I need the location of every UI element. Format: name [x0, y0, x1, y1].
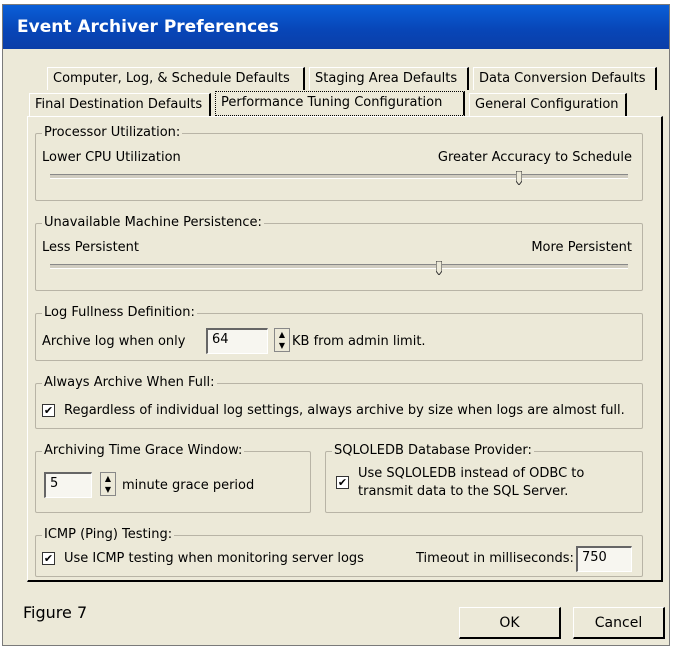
- machine-slider-thumb[interactable]: [436, 261, 442, 275]
- grace-window-legend: Archiving Time Grace Window:: [42, 443, 245, 458]
- machine-left-label: Less Persistent: [42, 240, 139, 255]
- processor-slider-track[interactable]: [50, 174, 628, 179]
- spin-up-icon[interactable]: ▲: [101, 473, 115, 484]
- always-archive-label[interactable]: Regardless of individual log settings, a…: [64, 403, 625, 418]
- log-fullness-prefix: Archive log when only: [42, 334, 186, 349]
- grace-window-input[interactable]: 5: [44, 472, 92, 498]
- sqloledb-label-line1[interactable]: Use SQLOLEDB instead of ODBC to: [358, 466, 584, 481]
- log-fullness-input[interactable]: 64: [206, 328, 268, 354]
- sqloledb-legend: SQLOLEDB Database Provider:: [332, 443, 534, 458]
- always-archive-legend: Always Archive When Full:: [42, 375, 217, 390]
- icmp-legend: ICMP (Ping) Testing:: [42, 527, 175, 542]
- always-archive-checkbox[interactable]: ✔: [42, 404, 55, 417]
- log-fullness-legend: Log Fullness Definition:: [42, 305, 197, 320]
- processor-utilization-legend: Processor Utilization:: [42, 125, 183, 140]
- figure-caption: Figure 7: [23, 603, 88, 622]
- icmp-timeout-input[interactable]: 750: [576, 546, 632, 572]
- tab-final-destination-defaults[interactable]: Final Destination Defaults: [29, 93, 211, 116]
- grace-window-group: Archiving Time Grace Window: 5 ▲ ▼ minute…: [35, 443, 311, 513]
- spin-up-icon[interactable]: ▲: [275, 329, 289, 340]
- processor-right-label: Greater Accuracy to Schedule: [437, 150, 632, 165]
- machine-slider-track[interactable]: [50, 264, 628, 269]
- grace-window-suffix: minute grace period: [122, 478, 255, 493]
- icmp-group: ICMP (Ping) Testing: ✔ Use ICMP testing …: [35, 527, 643, 577]
- log-fullness-spinner[interactable]: ▲ ▼: [274, 328, 290, 352]
- ok-button[interactable]: OK: [459, 607, 561, 639]
- processor-left-label: Lower CPU Utilization: [42, 150, 181, 165]
- grace-window-spinner[interactable]: ▲ ▼: [100, 472, 116, 496]
- log-fullness-group: Log Fullness Definition: Archive log whe…: [35, 305, 643, 361]
- machine-right-label: More Persistent: [531, 240, 632, 255]
- tab-performance-tuning-configuration[interactable]: Performance Tuning Configuration: [215, 91, 465, 116]
- tab-data-conversion-defaults[interactable]: Data Conversion Defaults: [473, 67, 657, 90]
- log-fullness-suffix: KB from admin limit.: [292, 334, 426, 349]
- machine-persistence-legend: Unavailable Machine Persistence:: [42, 215, 264, 230]
- sqloledb-label-line2[interactable]: transmit data to the SQL Server.: [358, 484, 568, 499]
- tab-computer-log-schedule-defaults[interactable]: Computer, Log, & Schedule Defaults: [47, 67, 305, 90]
- processor-slider-thumb[interactable]: [516, 171, 522, 185]
- icmp-checkbox[interactable]: ✔: [42, 552, 55, 565]
- spin-down-icon[interactable]: ▼: [101, 484, 115, 495]
- tab-staging-area-defaults[interactable]: Staging Area Defaults: [309, 67, 469, 90]
- machine-persistence-group: Unavailable Machine Persistence: Less Pe…: [35, 215, 643, 291]
- icmp-label[interactable]: Use ICMP testing when monitoring server …: [64, 551, 364, 566]
- always-archive-group: Always Archive When Full: ✔ Regardless o…: [35, 375, 643, 429]
- spin-down-icon[interactable]: ▼: [275, 340, 289, 351]
- icmp-timeout-label: Timeout in milliseconds:: [416, 551, 574, 566]
- title-bar[interactable]: Event Archiver Preferences: [3, 5, 669, 49]
- processor-utilization-group: Processor Utilization: Lower CPU Utiliza…: [35, 125, 643, 201]
- preferences-window: Event Archiver Preferences Computer, Log…: [2, 4, 670, 646]
- sqloledb-checkbox[interactable]: ✔: [336, 476, 349, 489]
- tab-general-configuration[interactable]: General Configuration: [469, 93, 627, 116]
- sqloledb-group: SQLOLEDB Database Provider: ✔ Use SQLOLE…: [325, 443, 643, 513]
- cancel-button[interactable]: Cancel: [573, 607, 665, 639]
